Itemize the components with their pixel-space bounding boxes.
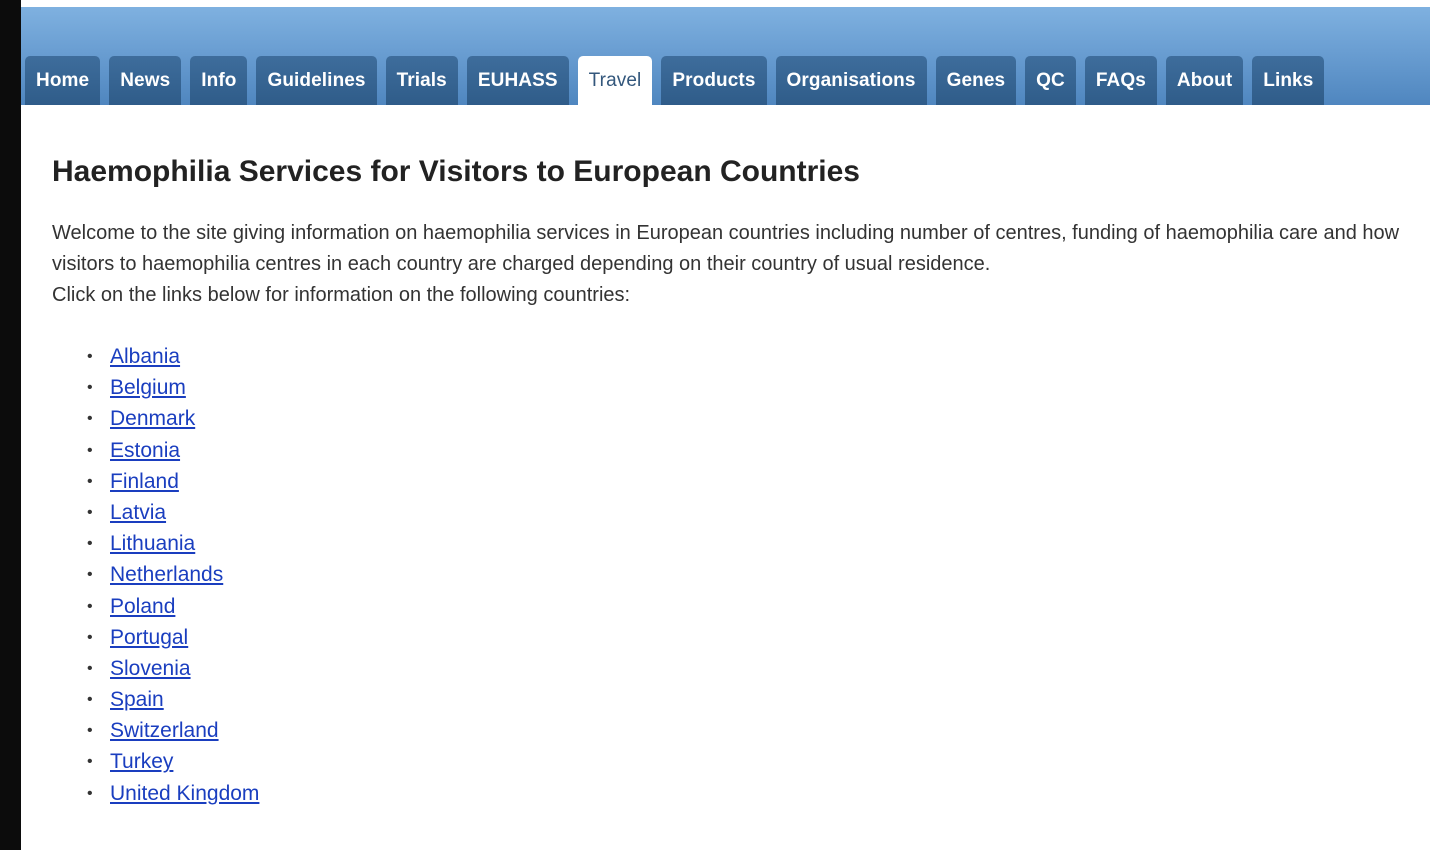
bullet-icon: • bbox=[87, 566, 93, 584]
page-title: Haemophilia Services for Visitors to Eur… bbox=[52, 155, 860, 188]
bullet-icon: • bbox=[87, 722, 93, 740]
list-item: • Switzerland bbox=[52, 715, 1412, 746]
list-item: • Spain bbox=[52, 684, 1412, 715]
bullet-icon: • bbox=[87, 535, 93, 553]
country-link-finland[interactable]: Finland bbox=[110, 470, 179, 493]
list-item: • Portugal bbox=[52, 622, 1412, 653]
bullet-icon: • bbox=[87, 784, 93, 802]
bullet-icon: • bbox=[87, 691, 93, 709]
tab-guidelines[interactable]: Guidelines bbox=[256, 56, 377, 105]
list-item: • United Kingdom bbox=[52, 778, 1412, 809]
window-left-border bbox=[0, 0, 21, 850]
list-item: • Lithuania bbox=[52, 528, 1412, 559]
list-item: • Latvia bbox=[52, 497, 1412, 528]
main-nav: Home News Info Guidelines Trials EUHASS … bbox=[25, 56, 1325, 105]
tab-organisations[interactable]: Organisations bbox=[775, 56, 927, 105]
country-link-albania[interactable]: Albania bbox=[110, 345, 180, 368]
country-list: • Albania • Belgium • Denmark • Estonia • Fin… bbox=[52, 341, 1412, 809]
country-link-lithuania[interactable]: Lithuania bbox=[110, 532, 195, 555]
country-link-belgium[interactable]: Belgium bbox=[110, 376, 186, 399]
list-item: • Finland bbox=[52, 466, 1412, 497]
country-link-turkey[interactable]: Turkey bbox=[110, 750, 173, 773]
country-link-denmark[interactable]: Denmark bbox=[110, 407, 195, 430]
bullet-icon: • bbox=[87, 348, 93, 365]
bullet-icon: • bbox=[87, 379, 93, 397]
tab-products[interactable]: Products bbox=[661, 56, 767, 105]
bullet-icon: • bbox=[87, 441, 93, 459]
country-link-switzerland[interactable]: Switzerland bbox=[110, 719, 219, 742]
bullet-icon: • bbox=[87, 472, 93, 490]
country-link-spain[interactable]: Spain bbox=[110, 688, 164, 711]
bullet-icon: • bbox=[87, 659, 93, 677]
country-link-portugal[interactable]: Portugal bbox=[110, 626, 188, 649]
top-strip bbox=[21, 0, 1430, 7]
tab-home[interactable]: Home bbox=[25, 56, 101, 105]
country-link-united-kingdom[interactable]: United Kingdom bbox=[110, 782, 259, 805]
tab-qc[interactable]: QC bbox=[1025, 56, 1076, 105]
tab-info[interactable]: Info bbox=[190, 56, 248, 105]
country-link-netherlands[interactable]: Netherlands bbox=[110, 563, 223, 586]
intro-paragraph: Welcome to the site giving information o… bbox=[52, 222, 1400, 275]
bullet-icon: • bbox=[87, 628, 93, 646]
tab-euhass[interactable]: EUHASS bbox=[466, 56, 569, 105]
bullet-icon: • bbox=[87, 597, 93, 615]
intro-text: Welcome to the site giving information o… bbox=[52, 218, 1412, 311]
country-link-poland[interactable]: Poland bbox=[110, 595, 175, 618]
country-link-slovenia[interactable]: Slovenia bbox=[110, 657, 191, 680]
list-item: • Denmark bbox=[52, 403, 1412, 434]
bullet-icon: • bbox=[87, 503, 93, 521]
tab-genes[interactable]: Genes bbox=[935, 56, 1017, 105]
tab-about[interactable]: About bbox=[1165, 56, 1244, 105]
list-item: • Slovenia bbox=[52, 653, 1412, 684]
country-link-latvia[interactable]: Latvia bbox=[110, 501, 166, 524]
intro-instruction: Click on the links below for information… bbox=[52, 284, 631, 306]
list-item: • Belgium bbox=[52, 372, 1412, 403]
list-item: • Poland bbox=[52, 591, 1412, 622]
country-link-estonia[interactable]: Estonia bbox=[110, 439, 180, 462]
list-item: • Albania bbox=[52, 341, 1412, 372]
list-item: • Netherlands bbox=[52, 559, 1412, 590]
tab-news[interactable]: News bbox=[109, 56, 182, 105]
bullet-icon: • bbox=[87, 410, 93, 428]
bullet-icon: • bbox=[87, 753, 93, 771]
tab-trials[interactable]: Trials bbox=[385, 56, 458, 105]
tab-faqs[interactable]: FAQs bbox=[1084, 56, 1157, 105]
main-content: Haemophilia Services for Visitors to Eur… bbox=[52, 150, 1412, 809]
tab-travel[interactable]: Travel bbox=[577, 56, 653, 105]
list-item: • Turkey bbox=[52, 746, 1412, 777]
list-item: • Estonia bbox=[52, 435, 1412, 466]
tab-links[interactable]: Links bbox=[1252, 56, 1325, 105]
